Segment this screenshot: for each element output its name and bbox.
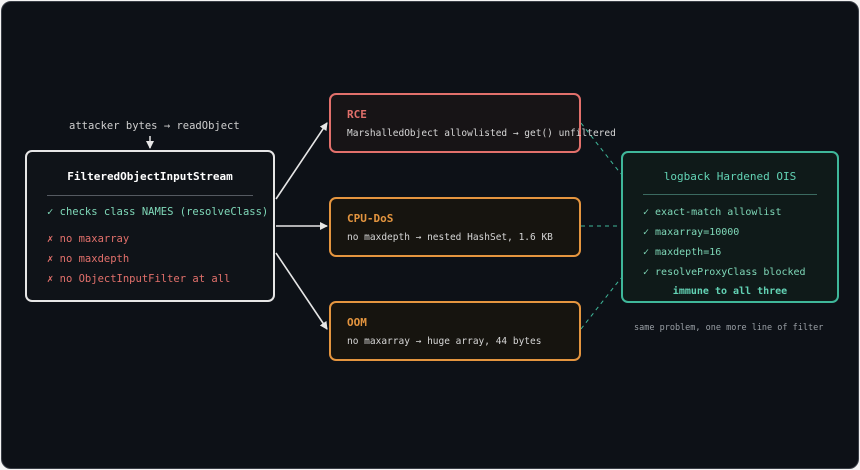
risk-rce-box: RCE MarshalledObject allowlisted → get()… xyxy=(329,93,616,153)
arrow-to-oom xyxy=(275,252,328,330)
filtered-ois-box: FilteredObjectInputStream ✓ checks class… xyxy=(25,150,275,302)
hardened-ois-title: logback Hardened OIS xyxy=(663,170,797,183)
input-label: attacker bytes → readObject xyxy=(69,120,240,132)
risk-description: no maxdepth → nested HashSet, 1.6 KB xyxy=(347,232,553,243)
diagram-canvas: attacker bytes → readObject FilteredObje… xyxy=(1,1,859,469)
mitigation-link-oom xyxy=(580,277,622,330)
class-name-check: ✓ checks class NAMES (resolveClass) xyxy=(47,206,269,218)
risk-title: RCE xyxy=(347,108,367,121)
divider xyxy=(643,194,817,195)
risk-title: OOM xyxy=(347,316,367,329)
hardened-item: ✓ maxarray=10000 xyxy=(643,227,740,238)
risk-cpu-dos-box: CPU-DoS no maxdepth → nested HashSet, 1.… xyxy=(329,197,581,257)
arrow-to-rce xyxy=(275,122,328,200)
risk-description: no maxarray → huge array, 44 bytes xyxy=(347,336,542,347)
filtered-ois-title: FilteredObjectInputStream xyxy=(67,170,233,183)
footnote: same problem, one more line of filter xyxy=(634,323,824,333)
hardened-item: ✓ resolveProxyClass blocked xyxy=(643,267,806,278)
hardened-item: ✓ exact-match allowlist xyxy=(643,207,782,218)
missing-object-input-filter: ✗ no ObjectInputFilter at all xyxy=(47,273,231,285)
missing-maxdepth: ✗ no maxdepth xyxy=(47,253,130,265)
risk-description: MarshalledObject allowlisted → get() unf… xyxy=(347,128,616,139)
missing-maxarray: ✗ no maxarray xyxy=(47,233,130,245)
risk-oom-box: OOM no maxarray → huge array, 44 bytes xyxy=(329,301,581,361)
risk-title: CPU-DoS xyxy=(347,212,394,225)
divider xyxy=(47,195,253,196)
hardened-ois-box: logback Hardened OIS ✓ exact-match allow… xyxy=(621,151,839,303)
hardened-item: ✓ maxdepth=16 xyxy=(643,247,722,258)
hardened-footer: immune to all three xyxy=(672,286,788,297)
